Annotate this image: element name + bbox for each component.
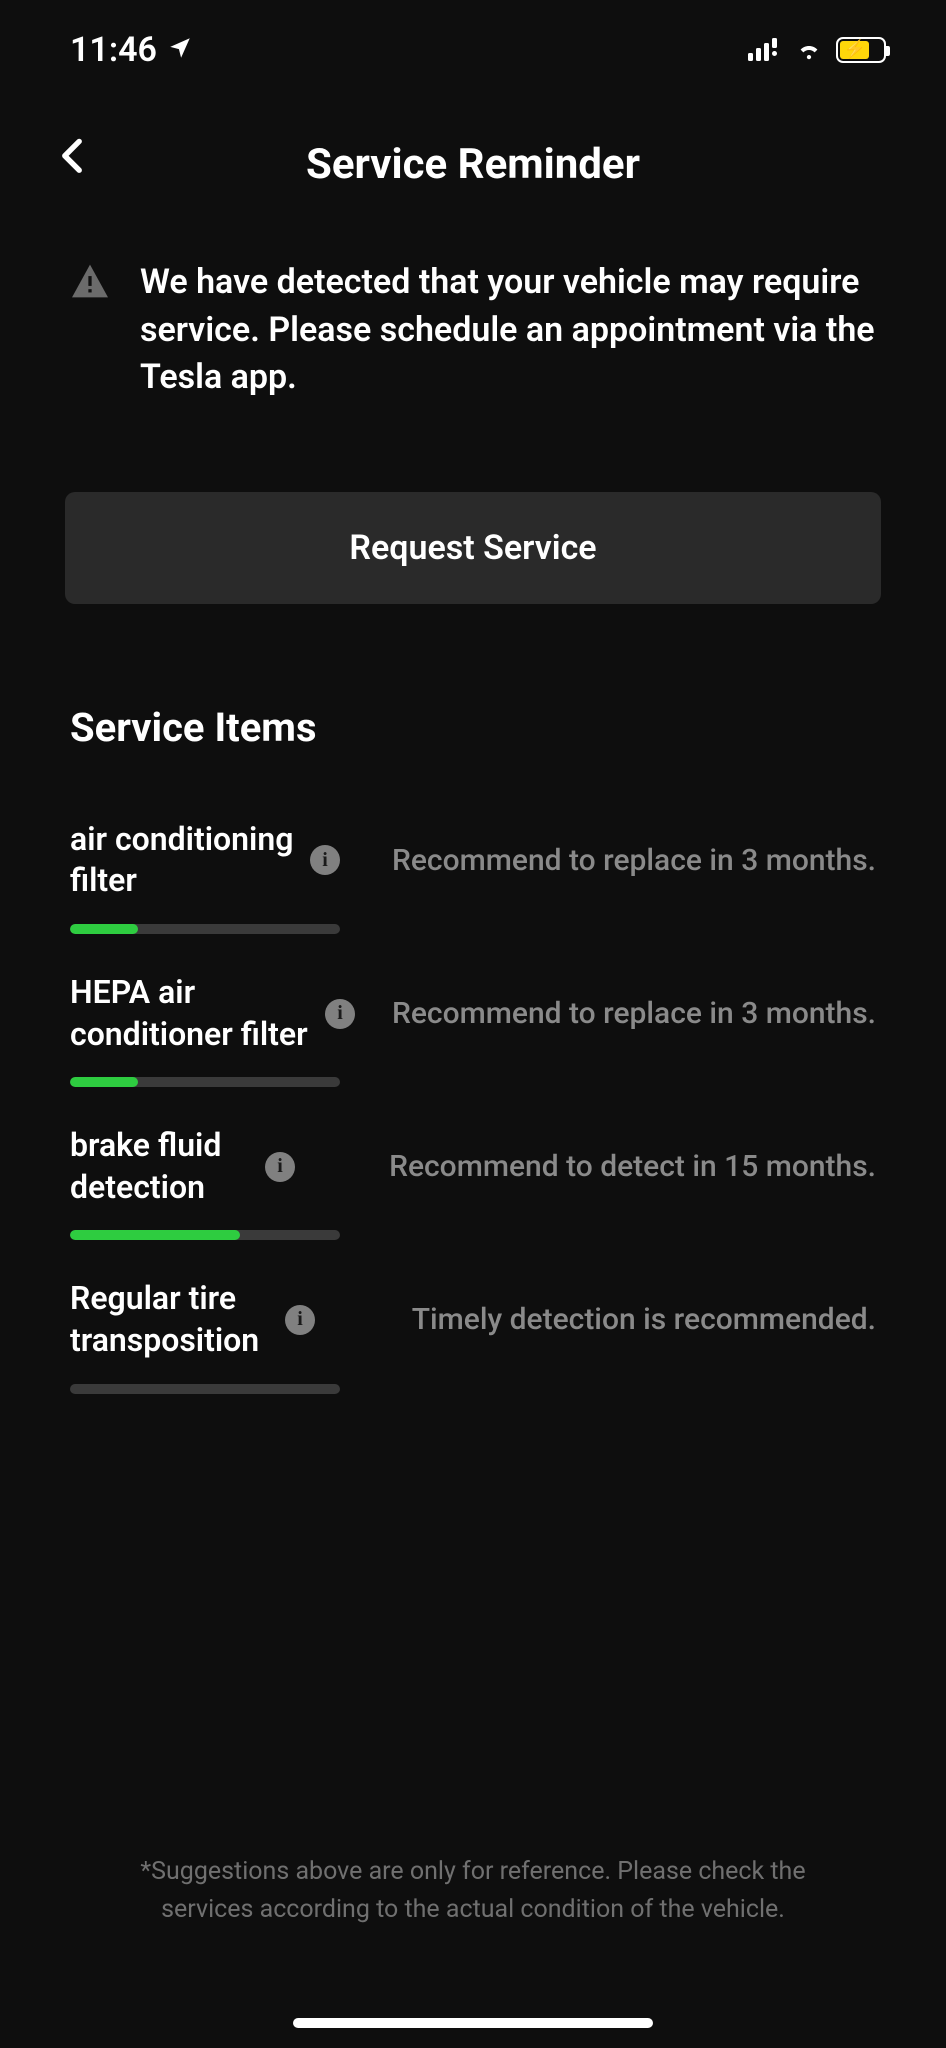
service-item-name: brake fluid detection xyxy=(70,1125,255,1208)
info-icon[interactable]: i xyxy=(285,1305,315,1335)
alert-banner: We have detected that your vehicle may r… xyxy=(0,219,946,432)
back-button[interactable] xyxy=(60,137,84,180)
info-icon[interactable]: i xyxy=(310,845,340,875)
info-icon[interactable]: i xyxy=(325,999,355,1029)
footnote: *Suggestions above are only for referenc… xyxy=(0,1853,946,1928)
service-item-progress xyxy=(70,1077,340,1087)
service-item-progress-fill xyxy=(70,1230,240,1240)
service-item-progress xyxy=(70,1230,340,1240)
service-item-progress xyxy=(70,924,340,934)
alert-text: We have detected that your vehicle may r… xyxy=(140,259,876,402)
service-item-recommendation: Recommend to detect in 15 months. xyxy=(305,1149,876,1184)
page-header: Service Reminder xyxy=(0,90,946,219)
request-service-button[interactable]: Request Service xyxy=(65,492,881,604)
service-item: HEPA air conditioner filter i Recommend … xyxy=(70,934,876,1087)
service-item-name: air conditioning filter xyxy=(70,819,300,902)
service-item-name: Regular tire transposition xyxy=(70,1278,275,1361)
service-item-recommendation: Recommend to replace in 3 months. xyxy=(350,843,876,878)
battery-icon: ⚡ xyxy=(836,37,886,63)
service-item-progress xyxy=(70,1384,340,1394)
service-item: brake fluid detection i Recommend to det… xyxy=(70,1087,876,1240)
status-bar: 11:46 ⚡ xyxy=(0,0,946,90)
status-left: 11:46 xyxy=(70,30,193,70)
info-icon[interactable]: i xyxy=(265,1152,295,1182)
service-item-recommendation: Timely detection is recommended. xyxy=(325,1302,876,1337)
status-right: ⚡ xyxy=(748,30,886,70)
status-time: 11:46 xyxy=(70,30,157,70)
cellular-icon xyxy=(748,30,782,70)
service-item-progress-fill xyxy=(70,924,138,934)
service-items-list: air conditioning filter i Recommend to r… xyxy=(0,781,946,1394)
service-item-name: HEPA air conditioner filter xyxy=(70,972,315,1055)
service-item-progress-fill xyxy=(70,1077,138,1087)
wifi-icon xyxy=(794,30,824,70)
service-item-recommendation: Recommend to replace in 3 months. xyxy=(365,996,876,1031)
warning-icon xyxy=(70,263,110,303)
service-item: air conditioning filter i Recommend to r… xyxy=(70,781,876,934)
service-item: Regular tire transposition i Timely dete… xyxy=(70,1240,876,1393)
home-indicator[interactable] xyxy=(293,2018,653,2028)
request-service-label: Request Service xyxy=(349,528,596,568)
page-title: Service Reminder xyxy=(306,140,640,189)
location-icon xyxy=(167,30,193,70)
section-title-service-items: Service Items xyxy=(0,604,946,781)
